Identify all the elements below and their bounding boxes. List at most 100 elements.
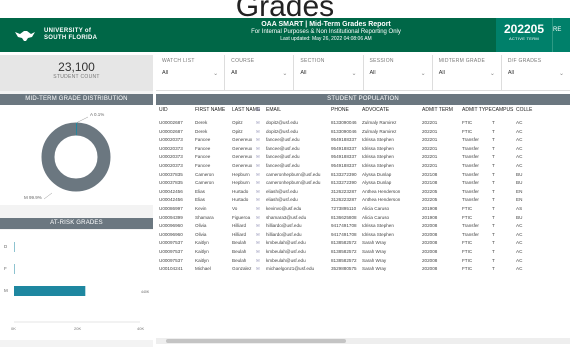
table-row[interactable]: U00097537 Kaitlyn Beulah ✉ kmbeulah@usf.edu 8… <box>156 239 570 247</box>
mail-icon[interactable]: ✉ <box>256 222 260 230</box>
mail-icon[interactable]: ✉ <box>256 107 260 113</box>
filter-label: SESSION <box>369 58 394 64</box>
table-row[interactable]: U00002687 Derek Opitz ✉ dopitz@usf.edu 813309… <box>156 128 570 136</box>
mail-icon[interactable]: ✉ <box>256 257 260 265</box>
table-cell: 8133272390 <box>331 180 357 186</box>
filter-value: All <box>231 70 238 76</box>
mail-icon[interactable]: ✉ <box>256 265 260 273</box>
chevron-down-icon: ⌄ <box>489 71 495 77</box>
table-row[interactable]: U00104241 Michael Gonzalez ✉ michaelgonz1@us… <box>156 265 570 273</box>
left-panel: 23,100 STUDENT COUNT MID-TERM GRADE DIST… <box>0 55 153 347</box>
mail-icon[interactable]: ✉ <box>256 239 260 247</box>
mail-icon[interactable]: ✉ <box>256 162 260 170</box>
table-cell: FTIC <box>462 206 473 211</box>
table-row[interactable]: U00086997 Kevin Vo ✉ kevinvo@usf.edu 72738951… <box>156 205 570 213</box>
mail-icon[interactable]: ✉ <box>256 196 260 204</box>
horizontal-scrollbar[interactable] <box>156 338 570 344</box>
table-cell: U00096960 <box>159 231 183 237</box>
filter-bar: WATCH LIST All ⌄ COURSE All ⌄ SECTION All ⌄… <box>156 55 570 91</box>
mail-icon[interactable]: ✉ <box>256 179 260 187</box>
filter-df-grades[interactable]: D/F GRADES All ⌄ <box>502 55 570 90</box>
table-cell: T <box>492 120 495 125</box>
mail-icon[interactable]: ✉ <box>256 145 260 153</box>
mail-icon[interactable]: ✉ <box>256 119 260 127</box>
donut-label-m: M 99.9% <box>24 195 42 200</box>
mail-icon[interactable]: ✉ <box>256 214 260 222</box>
reset-button[interactable]: RE <box>552 18 570 52</box>
table-cell: Transfer <box>462 145 479 151</box>
table-cell: 8138582572 <box>331 240 357 246</box>
bar-d[interactable] <box>14 242 15 252</box>
filter-label: COURSE <box>231 58 255 64</box>
column-header[interactable]: CAMPUS <box>492 107 513 113</box>
table-cell: AC <box>516 154 523 160</box>
table-cell: 9417491708 <box>331 231 357 237</box>
table-cell: T <box>492 128 495 134</box>
table-cell: hilliardo@usf.edu <box>266 231 302 237</box>
table-cell: eliash@usf.edu <box>266 197 298 203</box>
table-cell: T <box>492 145 495 151</box>
mail-icon[interactable]: ✉ <box>256 188 260 196</box>
table-cell: Derek <box>195 120 208 125</box>
filter-course[interactable]: COURSE All ⌄ <box>225 55 295 90</box>
table-cell: T <box>492 137 495 143</box>
table-row[interactable]: U00042456 Elias Hurtado ✉ eliash@usf.edu 3126… <box>156 196 570 204</box>
mail-icon[interactable]: ✉ <box>256 231 260 239</box>
table-row[interactable]: U00042456 Elias Hurtado ✉ eliash@usf.edu 3126… <box>156 188 570 196</box>
table-cell: 9417491708 <box>331 223 357 229</box>
table-cell: 8133090046 <box>331 120 357 125</box>
table-cell: AC <box>516 120 523 125</box>
table-row[interactable]: U00096960 Olivia Hilliard ✉ hilliardo@usf.ed… <box>156 222 570 230</box>
table-row[interactable]: U00097537 Kaitlyn Beulah ✉ kmbeulah@usf.edu 8… <box>156 248 570 256</box>
table-cell: Beulah <box>232 257 247 263</box>
table-row[interactable]: U00020373 Fancee Genereux ✉ fancee@usf.edu 95… <box>156 136 570 144</box>
table-row[interactable]: U00020373 Fancee Genereux ✉ fancee@usf.edu 95… <box>156 145 570 153</box>
table-cell: FTIC <box>462 266 473 272</box>
table-row[interactable]: U00097537 Kaitlyn Beulah ✉ kmbeulah@usf.edu 8… <box>156 257 570 265</box>
column-header[interactable]: PHONE <box>331 107 349 113</box>
table-row[interactable]: U00037835 Cameron Hepburn ✉ cameronhepburn@u… <box>156 171 570 179</box>
filter-section[interactable]: SECTION All ⌄ <box>294 55 364 90</box>
mail-icon[interactable]: ✉ <box>256 136 260 144</box>
column-header[interactable]: ADMIT TYPE <box>462 107 492 113</box>
table-cell: Transfer <box>462 231 479 237</box>
table-row[interactable]: U00002687 Derek Opitz ✉ dopitz@usf.edu 813309… <box>156 119 570 127</box>
filter-midterm-grade[interactable]: MIDTERM GRADE All ⌄ <box>433 55 502 90</box>
column-header[interactable]: COLLE <box>516 107 532 113</box>
table-row[interactable]: U00096960 Olivia Hilliard ✉ hilliardo@usf.ed… <box>156 231 570 239</box>
table-row[interactable]: U00094399 Shamara Figueroa ✉ shamara3@usf.ed… <box>156 214 570 222</box>
column-header[interactable]: FIRST NAME <box>195 107 225 113</box>
table-title: STUDENT POPULATION <box>156 94 570 105</box>
table-cell: AC <box>516 231 523 237</box>
filter-session[interactable]: SESSION All ⌄ <box>364 55 433 90</box>
at-risk-chart[interactable]: D F M 440K 0K 20K 40K <box>0 230 153 340</box>
filter-value: All <box>507 70 514 76</box>
table-cell: eliash@usf.edu <box>266 188 298 194</box>
mail-icon[interactable]: ✉ <box>256 171 260 179</box>
table-row[interactable]: U00037835 Cameron Hepburn ✉ cameronhepburn@u… <box>156 179 570 187</box>
column-header[interactable]: ADMIT TERM <box>422 107 453 113</box>
column-header[interactable]: ADVOCATE <box>362 107 389 113</box>
table-row[interactable]: U00020373 Fancee Genereux ✉ fancee@usf.edu 95… <box>156 162 570 170</box>
table-cell: Transfer <box>462 180 479 186</box>
mail-icon[interactable]: ✉ <box>256 128 260 136</box>
mail-icon[interactable]: ✉ <box>256 205 260 213</box>
filter-watch-list[interactable]: WATCH LIST All ⌄ <box>156 55 226 90</box>
table-cell: FTIC <box>462 257 473 263</box>
bar-m[interactable] <box>14 286 86 296</box>
report-title-box: OAA SMART | Mid-Term Grades Report For I… <box>156 18 496 52</box>
table-cell: Vo <box>232 206 238 211</box>
table-cell: 202008 <box>422 257 438 263</box>
report-title: OAA SMART | Mid-Term Grades Report <box>261 21 391 28</box>
table-cell: Genereux <box>232 154 253 160</box>
table-cell: U00097537 <box>159 257 183 263</box>
mail-icon[interactable]: ✉ <box>256 248 260 256</box>
distribution-chart[interactable]: A 0.1% M 99.9% <box>0 105 153 205</box>
bar-f[interactable] <box>14 264 15 274</box>
mail-icon[interactable]: ✉ <box>256 153 260 161</box>
scrollbar-thumb[interactable] <box>166 339 346 343</box>
table-cell: 9549188337 <box>331 163 357 168</box>
column-header[interactable]: UID <box>159 107 168 113</box>
column-header[interactable]: EMAIL <box>266 107 281 113</box>
table-row[interactable]: U00020373 Fancee Genereux ✉ fancee@usf.edu 95… <box>156 153 570 161</box>
